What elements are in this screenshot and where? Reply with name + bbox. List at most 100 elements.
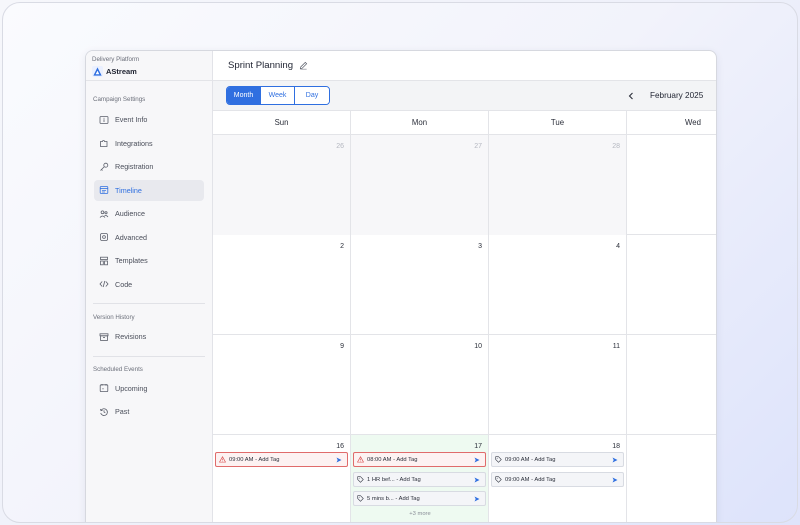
day-cell[interactable]: 3 (351, 235, 489, 335)
day-cell[interactable]: 28 (489, 135, 627, 235)
day-number: 2 (340, 243, 344, 250)
sidebar-item-label: Timeline (115, 185, 142, 195)
send-arrow-icon (612, 457, 618, 462)
weekday-sun: Sun (213, 111, 351, 134)
sidebar-item-audience[interactable]: Audience (94, 203, 204, 224)
platform-label: Delivery Platform (92, 56, 140, 63)
day-cell[interactable]: 10 (351, 335, 489, 435)
sidebar-item-timeline[interactable]: Timeline (94, 179, 204, 201)
day-number: 4 (616, 243, 620, 250)
event-text: 09:00 AM - Add Tag (229, 456, 280, 463)
warning-icon (357, 456, 364, 463)
weekday-wed: Wed (685, 118, 701, 127)
day-cell[interactable]: 16 09:00 AM - Add Tag (213, 435, 351, 522)
day-number: 28 (612, 143, 620, 150)
info-icon (99, 115, 109, 124)
layout-icon (100, 256, 108, 265)
main-panel: Sprint Planning Month Week Day February … (213, 51, 716, 522)
event-item[interactable]: 09:00 AM - Add Tag (215, 452, 348, 467)
tag-icon (495, 476, 502, 483)
tag-icon (357, 495, 364, 502)
send-arrow-icon (474, 457, 480, 462)
history-icon (100, 407, 108, 416)
sidebar-item-code[interactable]: Code (94, 274, 204, 295)
sidebar-item-upcoming[interactable]: Upcoming (94, 378, 204, 399)
users-icon (99, 209, 109, 218)
screenshot-frame: Delivery Platform AStream Campaign Setti… (2, 2, 798, 523)
sidebar-item-label: Audience (115, 209, 145, 218)
sidebar-item-templates[interactable]: Templates (94, 250, 204, 271)
sidebar-item-advanced[interactable]: Advanced (94, 227, 204, 248)
sidebar-item-label: Event Info (115, 115, 148, 124)
day-number: 16 (336, 443, 344, 450)
day-cell[interactable]: 2 (213, 235, 351, 335)
sidebar-item-label: Registration (115, 162, 154, 171)
month-label: February 2025 (650, 91, 704, 100)
send-arrow-icon (336, 457, 342, 462)
tag-icon (495, 456, 502, 463)
day-cell[interactable]: 9 (213, 335, 351, 435)
view-month-button[interactable]: Month (227, 87, 261, 104)
astream-logo-icon (92, 66, 103, 77)
sidebar-item-past[interactable]: Past (94, 401, 204, 422)
page-header: Sprint Planning (213, 51, 716, 81)
day-number: 11 (612, 343, 620, 350)
event-item[interactable]: 08:00 AM - Add Tag (353, 452, 486, 467)
week-row: 9 10 11 (213, 335, 716, 435)
send-arrow-icon (474, 496, 480, 501)
app-name: AStream (106, 67, 137, 76)
calendar-toolbar: Month Week Day February 2025 (213, 81, 716, 111)
day-number: 27 (474, 143, 482, 150)
event-item[interactable]: 09:00 AM - Add Tag (491, 472, 624, 487)
sidebar-item-label: Integrations (115, 138, 153, 148)
day-cell[interactable] (627, 135, 715, 235)
weekday-header: Sun Mon Tue Wed (213, 111, 716, 135)
week-row: 26 27 28 (213, 135, 716, 235)
event-item[interactable]: 5 mins b... - Add Tag (353, 491, 486, 506)
day-cell[interactable]: 18 09:00 AM - Add Tag 09:00 AM - Add Tag (489, 435, 627, 522)
day-cell[interactable]: 11 (489, 335, 627, 435)
key-icon (100, 162, 109, 171)
sidebar-item-event-info[interactable]: Event Info (94, 109, 204, 130)
app-window: Delivery Platform AStream Campaign Setti… (85, 50, 717, 522)
gear-icon (100, 233, 108, 241)
event-text: 08:00 AM - Add Tag (367, 456, 418, 463)
sidebar-item-label: Templates (115, 256, 148, 265)
week-row: 16 09:00 AM - Add Tag 17 08:00 AM - Add … (213, 435, 716, 522)
sidebar-item-label: Past (115, 407, 130, 416)
more-events-link[interactable]: +3 more (351, 511, 489, 517)
tag-icon (357, 476, 364, 483)
sidebar-item-label: Revisions (115, 332, 147, 341)
page-title: Sprint Planning (228, 60, 294, 71)
day-cell[interactable] (627, 235, 715, 335)
sidebar-item-revisions[interactable]: Revisions (94, 326, 204, 347)
pencil-icon[interactable] (299, 61, 308, 70)
view-day-button[interactable]: Day (295, 87, 329, 104)
event-text: 1 HR bef... - Add Tag (367, 476, 421, 483)
sidebar-item-label: Advanced (115, 232, 147, 242)
day-cell[interactable]: 4 (489, 235, 627, 335)
app-switcher[interactable]: AStream (92, 66, 206, 77)
sidebar-item-label: Code (115, 279, 133, 289)
sidebar-item-label: Upcoming (115, 383, 148, 393)
event-item[interactable]: 1 HR bef... - Add Tag (353, 472, 486, 487)
sidebar: Delivery Platform AStream Campaign Setti… (86, 51, 213, 522)
sidebar-item-integrations[interactable]: Integrations (94, 133, 204, 154)
day-cell-today[interactable]: 17 08:00 AM - Add Tag 1 HR bef... - Add … (351, 435, 489, 522)
day-cell[interactable]: 26 (213, 135, 351, 235)
weekday-tue: Tue (489, 111, 627, 134)
day-cell[interactable] (627, 435, 715, 522)
event-item[interactable]: 09:00 AM - Add Tag (491, 452, 624, 467)
calendar-list-icon (99, 186, 109, 194)
day-number: 17 (474, 443, 482, 450)
week-row: 2 3 4 (213, 235, 716, 335)
sidebar-item-registration[interactable]: Registration (94, 156, 204, 177)
section-title-version-history: Version History (93, 314, 135, 321)
day-cell[interactable] (627, 335, 715, 435)
day-number: 3 (478, 243, 482, 250)
day-number: 26 (336, 143, 344, 150)
chevron-left-icon[interactable] (625, 90, 637, 102)
day-cell[interactable]: 27 (351, 135, 489, 235)
warning-icon (219, 456, 226, 463)
view-week-button[interactable]: Week (261, 87, 295, 104)
